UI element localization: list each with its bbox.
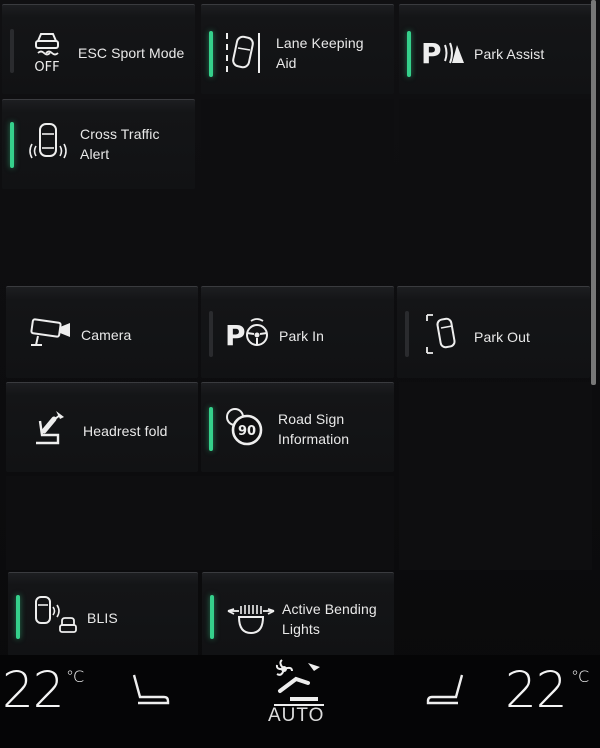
lane-keeping-icon [223, 29, 265, 77]
empty-slot [6, 476, 394, 570]
empty-slot [201, 99, 394, 281]
esc-off-icon: OFF [28, 29, 66, 75]
park-in-icon: P [225, 317, 269, 352]
left-seat-heat-icon[interactable] [128, 669, 172, 714]
climate-bar: 22 °C AUTO 22 °C [0, 655, 600, 748]
road-sign-information-label: Road Sign Information [278, 411, 350, 447]
bending-lights-icon [226, 601, 276, 637]
camera-button[interactable]: Camera [6, 286, 198, 378]
park-assist-button[interactable]: P Park Assist [399, 4, 592, 94]
headrest-fold-button[interactable]: Headrest fold [6, 382, 198, 472]
road-sign-status-indicator [209, 407, 213, 451]
bending-lights-status-indicator [210, 595, 214, 639]
svg-text:OFF: OFF [34, 60, 59, 75]
climate-mode-label: AUTO [268, 705, 325, 726]
scrollbar[interactable] [591, 0, 596, 385]
esc-status-indicator [10, 29, 14, 73]
right-seat-heat-icon[interactable] [424, 669, 468, 714]
park-out-button[interactable]: Park Out [397, 286, 590, 378]
left-temperature[interactable]: 22 °C [2, 661, 84, 719]
left-temperature-unit: °C [66, 667, 84, 686]
park-out-icon [423, 311, 463, 357]
lane-keeping-status-indicator [209, 31, 213, 77]
headrest-fold-label: Headrest fold [83, 423, 168, 439]
right-temperature-value: 22 [505, 661, 568, 719]
lane-keeping-aid-button[interactable]: Lane Keeping Aid [201, 4, 394, 94]
svg-text:90: 90 [238, 424, 256, 439]
lane-keeping-aid-label: Lane Keeping Aid [276, 35, 364, 71]
cross-traffic-status-indicator [10, 122, 14, 168]
road-sign-icon: 90 [223, 405, 267, 449]
park-in-button[interactable]: P Park In [201, 286, 394, 378]
park-in-status-indicator [209, 311, 213, 357]
blis-status-indicator [16, 595, 20, 639]
active-bending-lights-label: Active Bending Lights [282, 601, 377, 637]
cross-traffic-icon [26, 120, 70, 168]
park-in-label: Park In [279, 328, 325, 344]
svg-text:P: P [421, 37, 442, 70]
park-assist-status-indicator [407, 31, 411, 77]
blis-label: BLIS [87, 610, 118, 626]
svg-text:P: P [225, 319, 246, 352]
screen: OFF ESC Sport Mode Lane Keeping Aid P Pa… [0, 0, 600, 748]
right-temperature-unit: °C [571, 667, 589, 686]
headrest-fold-icon [30, 407, 70, 449]
left-temperature-value: 22 [2, 661, 65, 719]
park-out-label: Park Out [474, 329, 531, 345]
park-assist-icon: P [421, 35, 465, 71]
active-bending-lights-button[interactable]: Active Bending Lights [202, 572, 394, 656]
blis-icon [32, 593, 77, 639]
camera-label: Camera [81, 327, 132, 343]
cross-traffic-alert-label: Cross Traffic Alert [80, 126, 160, 162]
blis-button[interactable]: BLIS [8, 572, 198, 656]
park-assist-label: Park Assist [474, 46, 545, 62]
road-sign-information-button[interactable]: 90 Road Sign Information [201, 382, 394, 472]
empty-slot [399, 99, 592, 281]
esc-sport-mode-label: ESC Sport Mode [78, 45, 185, 61]
cross-traffic-alert-button[interactable]: Cross Traffic Alert [2, 99, 195, 189]
esc-sport-mode-button[interactable]: OFF ESC Sport Mode [2, 4, 195, 94]
park-out-status-indicator [405, 311, 409, 357]
empty-slot [399, 382, 592, 570]
camera-icon [28, 317, 74, 349]
right-temperature[interactable]: 22 °C [505, 661, 589, 719]
